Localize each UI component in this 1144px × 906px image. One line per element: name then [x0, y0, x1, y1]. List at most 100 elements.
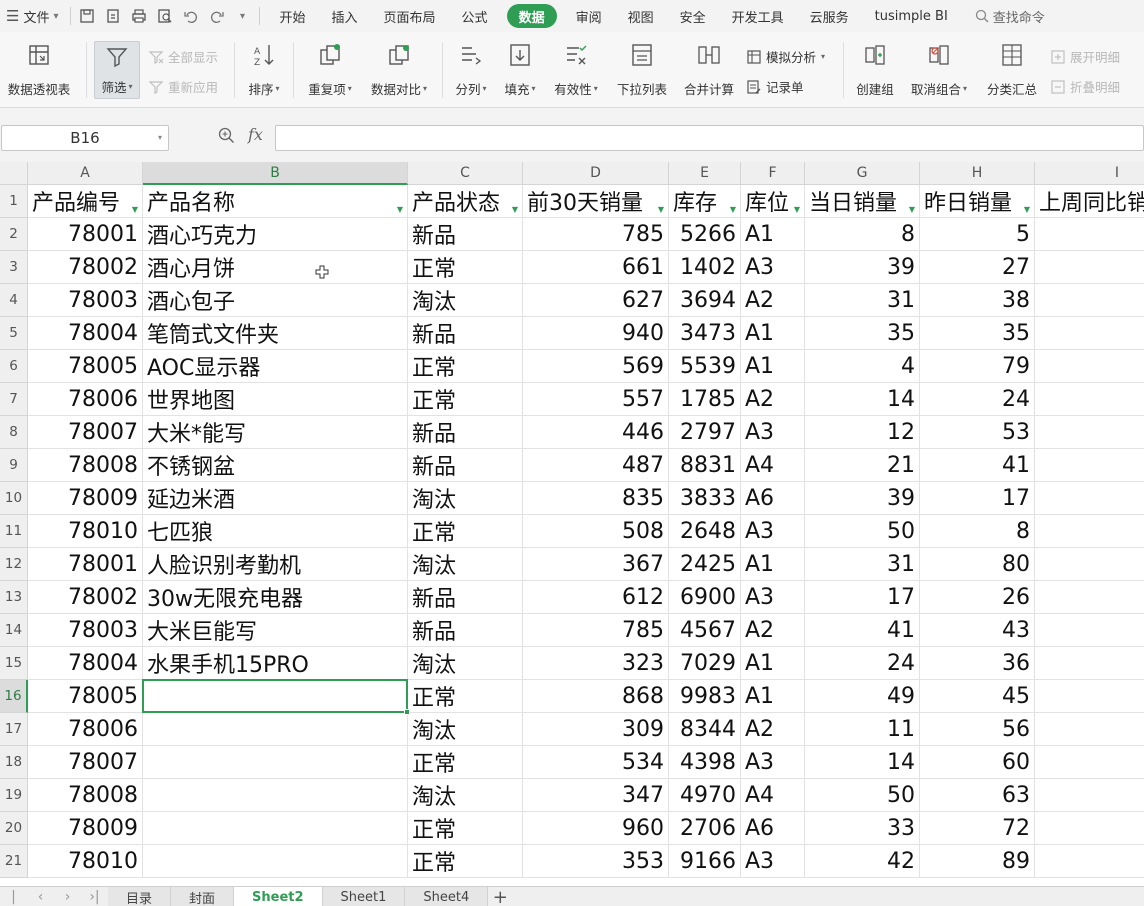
- prev-sheet-icon[interactable]: ‹: [27, 887, 54, 906]
- cell-sales-30d[interactable]: 785: [523, 614, 669, 647]
- cell-product-id[interactable]: 78005: [28, 350, 143, 383]
- add-sheet-button[interactable]: +: [488, 887, 512, 906]
- cell-stock[interactable]: 5539: [669, 350, 741, 383]
- cell-stock[interactable]: 3833: [669, 482, 741, 515]
- cell-product-id[interactable]: 78003: [28, 614, 143, 647]
- cell-product-status[interactable]: 正常: [408, 350, 523, 383]
- cell-stock[interactable]: 7029: [669, 647, 741, 680]
- tab-view[interactable]: 视图: [615, 4, 667, 28]
- cell-wow-change[interactable]: [1035, 548, 1144, 581]
- cell-product-id[interactable]: 78009: [28, 812, 143, 845]
- cell-wow-change[interactable]: [1035, 317, 1144, 350]
- column-header-b[interactable]: B: [143, 162, 408, 185]
- cell-stock[interactable]: 5266: [669, 218, 741, 251]
- row-header-2[interactable]: 2: [0, 218, 28, 251]
- cell-product-name[interactable]: [143, 812, 408, 845]
- cell-product-id[interactable]: 78007: [28, 746, 143, 779]
- cell-product-status[interactable]: 淘汰: [408, 548, 523, 581]
- cell-product-id[interactable]: 78001: [28, 548, 143, 581]
- file-menu[interactable]: ☰ 文件 ▾: [0, 0, 65, 32]
- cell-sales-30d[interactable]: 367: [523, 548, 669, 581]
- cell-product-name[interactable]: AOC显示器: [143, 350, 408, 383]
- cell-sales-yesterday[interactable]: 8: [920, 515, 1035, 548]
- filter-dropdown-icon[interactable]: ▼: [509, 203, 521, 215]
- cell-sales-today[interactable]: 33: [805, 812, 920, 845]
- cell-wow-change[interactable]: [1035, 284, 1144, 317]
- cell-stock[interactable]: 9983: [669, 680, 741, 713]
- cell-sales-today[interactable]: 14: [805, 383, 920, 416]
- column-header-d[interactable]: D: [523, 162, 669, 185]
- cell-sales-today[interactable]: 24: [805, 647, 920, 680]
- export-pdf-icon[interactable]: [102, 5, 124, 27]
- cell-stock[interactable]: 4970: [669, 779, 741, 812]
- command-search[interactable]: 查找命令: [975, 7, 1045, 26]
- cell-bin[interactable]: A3: [741, 581, 805, 614]
- sheet-tab-contents[interactable]: 目录: [108, 887, 172, 906]
- cell-product-id[interactable]: 78003: [28, 284, 143, 317]
- cell-product-name[interactable]: [143, 746, 408, 779]
- cell-product-status[interactable]: 正常: [408, 746, 523, 779]
- cell-product-id[interactable]: 78010: [28, 515, 143, 548]
- cell-sales-yesterday[interactable]: 72: [920, 812, 1035, 845]
- cell-wow-change[interactable]: [1035, 812, 1144, 845]
- cell-stock[interactable]: 2706: [669, 812, 741, 845]
- cell-bin[interactable]: A1: [741, 317, 805, 350]
- cell-product-id[interactable]: 78004: [28, 317, 143, 350]
- cell-wow-change[interactable]: [1035, 350, 1144, 383]
- cell-sales-yesterday[interactable]: 41: [920, 449, 1035, 482]
- cell-sales-yesterday[interactable]: 27: [920, 251, 1035, 284]
- cell-sales-30d[interactable]: 487: [523, 449, 669, 482]
- row-header-11[interactable]: 11: [0, 515, 28, 548]
- filter-dropdown-icon[interactable]: ▼: [1021, 203, 1033, 215]
- header-cell-sales-30d[interactable]: 前30天销量: [523, 185, 669, 218]
- cell-sales-today[interactable]: 14: [805, 746, 920, 779]
- cell-bin[interactable]: A2: [741, 713, 805, 746]
- dropdown-list-button[interactable]: 下拉列表: [613, 40, 671, 98]
- cell-product-name[interactable]: [143, 779, 408, 812]
- cell-sales-yesterday[interactable]: 24: [920, 383, 1035, 416]
- cell-sales-today[interactable]: 49: [805, 680, 920, 713]
- cell-product-name[interactable]: [143, 680, 408, 713]
- row-header-16[interactable]: 16: [0, 680, 28, 713]
- cell-wow-change[interactable]: [1035, 218, 1144, 251]
- sort-button[interactable]: AZ 排序 ▾: [244, 40, 284, 98]
- row-header-14[interactable]: 14: [0, 614, 28, 647]
- column-header-f[interactable]: F: [741, 162, 805, 185]
- row-header-17[interactable]: 17: [0, 713, 28, 746]
- cell-sales-yesterday[interactable]: 26: [920, 581, 1035, 614]
- cell-wow-change[interactable]: [1035, 482, 1144, 515]
- cell-product-name[interactable]: 不锈钢盆: [143, 449, 408, 482]
- filter-dropdown-icon[interactable]: ▼: [394, 203, 406, 215]
- cell-product-status[interactable]: 淘汰: [408, 779, 523, 812]
- cell-sales-30d[interactable]: 661: [523, 251, 669, 284]
- cell-sales-today[interactable]: 12: [805, 416, 920, 449]
- zoom-in-icon[interactable]: [218, 127, 235, 148]
- cell-product-status[interactable]: 新品: [408, 317, 523, 350]
- save-icon[interactable]: [76, 5, 98, 27]
- cell-sales-today[interactable]: 41: [805, 614, 920, 647]
- duplicates-button[interactable]: 重复项 ▾: [302, 40, 358, 98]
- row-header-1[interactable]: 1: [0, 185, 28, 218]
- cell-product-status[interactable]: 新品: [408, 581, 523, 614]
- cell-wow-change[interactable]: [1035, 647, 1144, 680]
- column-header-c[interactable]: C: [408, 162, 523, 185]
- column-header-e[interactable]: E: [669, 162, 741, 185]
- cell-product-id[interactable]: 78008: [28, 449, 143, 482]
- tab-page-layout[interactable]: 页面布局: [371, 4, 449, 28]
- cell-product-status[interactable]: 正常: [408, 845, 523, 878]
- cell-stock[interactable]: 2425: [669, 548, 741, 581]
- cell-product-status[interactable]: 淘汰: [408, 713, 523, 746]
- undo-icon[interactable]: [180, 5, 202, 27]
- cell-product-status[interactable]: 新品: [408, 218, 523, 251]
- cell-product-name[interactable]: [143, 845, 408, 878]
- consolidate-button[interactable]: 合并计算: [680, 40, 738, 98]
- cell-product-name[interactable]: 七匹狼: [143, 515, 408, 548]
- filter-button[interactable]: 筛选 ▾: [94, 41, 140, 99]
- last-sheet-icon[interactable]: ›|: [81, 887, 108, 906]
- row-header-10[interactable]: 10: [0, 482, 28, 515]
- cell-sales-today[interactable]: 42: [805, 845, 920, 878]
- cell-product-id[interactable]: 78006: [28, 713, 143, 746]
- row-header-4[interactable]: 4: [0, 284, 28, 317]
- cell-sales-yesterday[interactable]: 89: [920, 845, 1035, 878]
- cell-sales-today[interactable]: 31: [805, 548, 920, 581]
